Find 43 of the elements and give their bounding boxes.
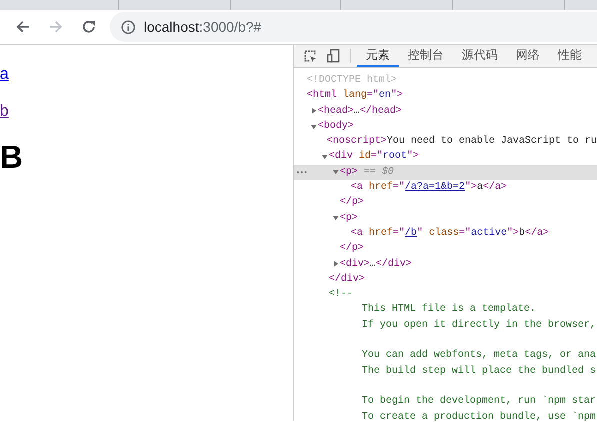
dom-node-line[interactable]: <a href="/a?a=1&b=2">a</a> — [351, 180, 508, 196]
dom-node-line[interactable]: <a href="/b" class="active">b</a> — [351, 226, 550, 242]
expanded-triangle-icon[interactable] — [333, 169, 339, 176]
back-icon[interactable] — [15, 19, 31, 35]
page-heading: B — [0, 139, 24, 175]
dom-node-line[interactable]: <div>…</div> — [340, 256, 412, 272]
devtools-tab[interactable]: 元素 — [357, 45, 399, 67]
dom-node-line[interactable]: <!-- — [329, 287, 354, 302]
dom-node-line[interactable]: </p> — [340, 241, 364, 257]
device-toolbar-icon[interactable] — [327, 49, 340, 63]
inspect-icon[interactable] — [304, 50, 317, 62]
dom-node-line[interactable]: <noscript>You need to enable JavaScript to ru — [326, 134, 597, 150]
selected-row-highlight[interactable]: <p> == $0 — [294, 164, 597, 180]
collapsed-triangle-icon[interactable] — [311, 108, 317, 114]
dom-node-line[interactable]: You can add webfonts, meta tags, or ana — [362, 348, 596, 364]
devtools-tab[interactable]: 性能 — [549, 45, 591, 67]
page-link[interactable]: a — [0, 66, 9, 83]
expanded-triangle-icon[interactable] — [311, 124, 317, 130]
info-icon[interactable] — [121, 20, 136, 34]
dom-node-line[interactable]: To create a production bundle, use `npm — [362, 410, 596, 421]
page-link[interactable]: b — [0, 103, 9, 120]
dom-node-line[interactable]: <head>…</head> — [318, 104, 402, 119]
more-icon[interactable] — [297, 170, 307, 174]
devtools-tab[interactable]: 控制台 — [399, 45, 453, 67]
dom-node-line[interactable]: </p> — [340, 195, 364, 211]
dom-node-line[interactable]: <div id="root"> — [329, 149, 420, 165]
dom-node-line[interactable]: If you open it directly in the browser, — [362, 318, 596, 334]
dom-node-line[interactable]: This HTML file is a template. — [362, 302, 536, 318]
reload-icon[interactable] — [81, 19, 97, 35]
dom-node-line[interactable]: <html lang="en"> — [307, 88, 404, 104]
expanded-triangle-icon[interactable] — [322, 154, 328, 160]
url-text: localhost:3000/b?# — [144, 18, 262, 36]
dom-node-line[interactable]: To begin the development, run `npm star — [362, 394, 596, 410]
expanded-triangle-icon[interactable] — [333, 215, 339, 222]
devtools-tab[interactable]: 网络 — [507, 45, 549, 67]
address-bar[interactable]: localhost:3000/b?# — [110, 12, 597, 42]
dom-node-line[interactable]: </div> — [329, 272, 366, 288]
dom-node-line[interactable]: The build step will place the bundled s — [362, 364, 596, 379]
collapsed-triangle-icon[interactable] — [333, 261, 339, 268]
dom-node-line[interactable]: <p> — [340, 210, 358, 226]
dom-node-line[interactable]: <p> == $0 — [340, 164, 394, 180]
devtools-tab[interactable]: 源代码 — [453, 45, 507, 67]
dom-node-line[interactable]: <body> — [318, 118, 354, 134]
